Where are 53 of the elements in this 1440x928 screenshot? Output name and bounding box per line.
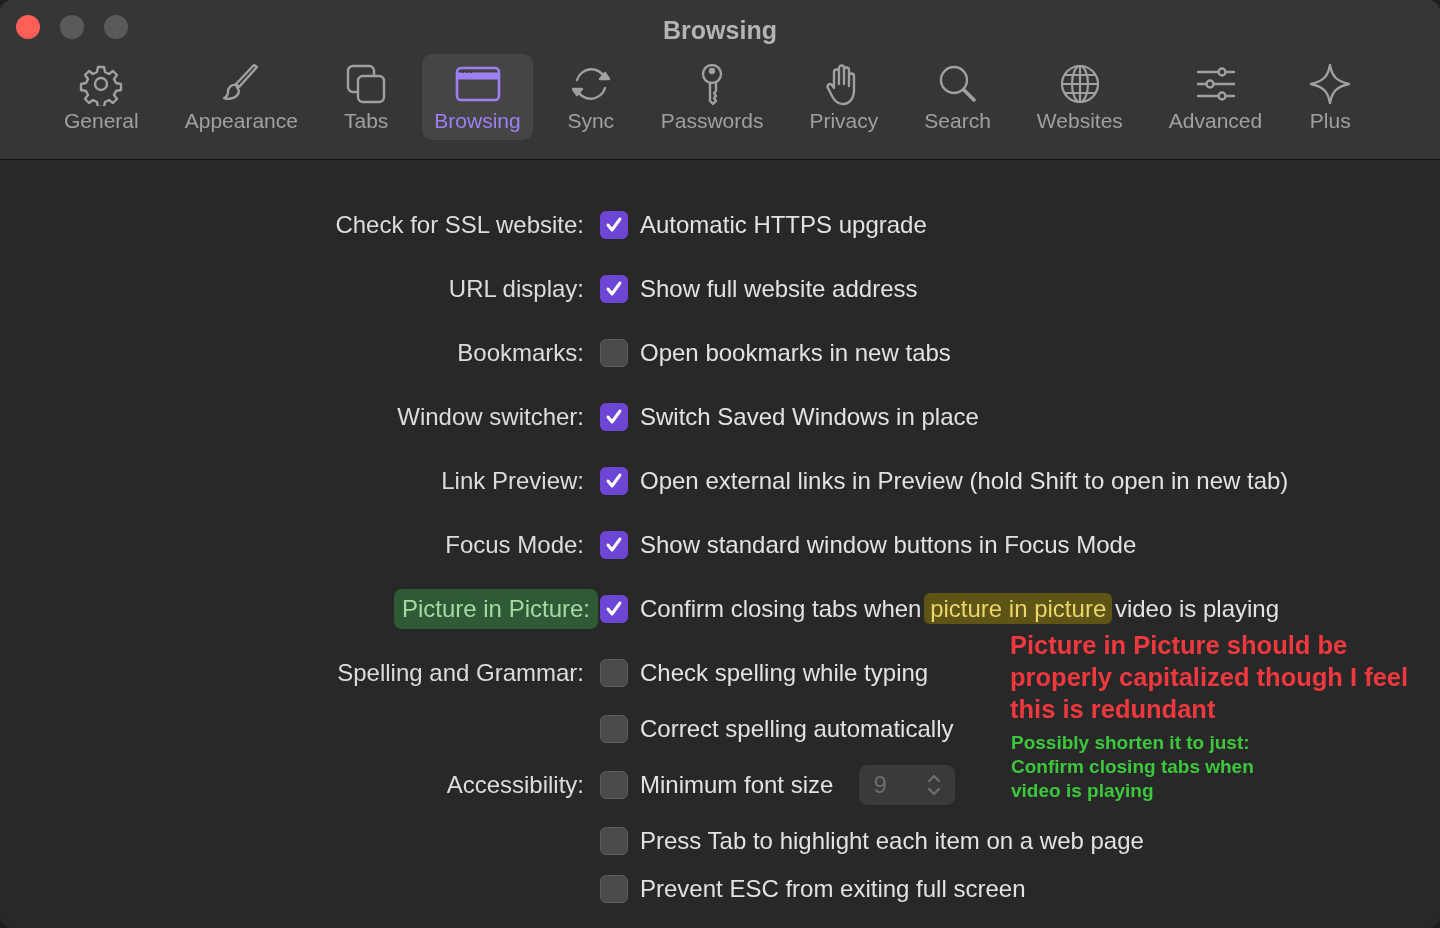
option-text: Press Tab to highlight each item on a web page bbox=[640, 826, 1144, 856]
setting-label: Accessibility: bbox=[446, 770, 584, 800]
checkbox[interactable] bbox=[600, 875, 628, 903]
browser-window-icon bbox=[453, 64, 502, 104]
checkbox[interactable] bbox=[600, 339, 628, 367]
window-title: Browsing bbox=[663, 15, 777, 46]
toolbar-tab[interactable]: Browsing bbox=[422, 54, 533, 140]
toolbar-tab[interactable]: Search bbox=[912, 54, 1003, 140]
checkbox[interactable] bbox=[600, 467, 628, 495]
checkbox[interactable] bbox=[600, 771, 628, 799]
toolbar-tab[interactable]: Passwords bbox=[648, 54, 776, 140]
setting-label: Focus Mode: bbox=[445, 530, 584, 560]
toolbar-tab[interactable]: Websites bbox=[1024, 54, 1135, 140]
review-note: Picture in Picture should be properly capitalized though I feel this is redundant bbox=[1010, 630, 1410, 725]
zoom-button[interactable] bbox=[104, 15, 128, 39]
checkbox[interactable] bbox=[600, 275, 628, 303]
option-text: Prevent ESC from exiting full screen bbox=[640, 874, 1026, 904]
option-text: Confirm closing tabs when picture in picture video is playing bbox=[640, 592, 1279, 626]
checkbox[interactable] bbox=[600, 595, 628, 623]
setting-label: Window switcher: bbox=[397, 402, 584, 432]
up-down-arrows-icon bbox=[927, 773, 942, 797]
checkbox[interactable] bbox=[600, 531, 628, 559]
option-text: Check spelling while typing bbox=[640, 658, 929, 688]
toolbar-tab[interactable]: Appearance bbox=[172, 54, 310, 140]
minimize-button[interactable] bbox=[60, 15, 84, 39]
toolbar-tab[interactable]: Sync bbox=[554, 54, 627, 140]
setting-label: Link Preview: bbox=[441, 466, 584, 496]
checkbox[interactable] bbox=[600, 827, 628, 855]
setting-label: Bookmarks: bbox=[457, 338, 584, 368]
option-text: Open bookmarks in new tabs bbox=[640, 338, 951, 368]
toolbar-tab[interactable]: Plus bbox=[1296, 54, 1365, 140]
setting-label: Picture in Picture: bbox=[393, 589, 598, 629]
option-text: Minimum font size bbox=[640, 770, 834, 800]
setting-label: Spelling and Grammar: bbox=[337, 658, 584, 688]
close-button[interactable] bbox=[16, 15, 40, 39]
option-text: Show standard window buttons in Focus Mode bbox=[640, 530, 1137, 560]
toolbar-tab[interactable]: Advanced bbox=[1156, 54, 1275, 140]
toolbar-tab[interactable]: General bbox=[52, 54, 151, 140]
setting-label: Check for SSL website: bbox=[335, 210, 584, 240]
checkbox[interactable] bbox=[600, 659, 628, 687]
checkbox[interactable] bbox=[600, 211, 628, 239]
toolbar-tab[interactable]: Privacy bbox=[797, 54, 891, 140]
option-text: Show full website address bbox=[640, 274, 918, 304]
review-note: Possibly shorten it to just: Confirm closing tabs when video is playing bbox=[1011, 731, 1255, 803]
option-text: Automatic HTTPS upgrade bbox=[640, 210, 927, 240]
toolbar-tab[interactable]: Tabs bbox=[332, 54, 401, 140]
sparkle-icon bbox=[1308, 62, 1353, 106]
checkbox[interactable] bbox=[600, 715, 628, 743]
setting-label: URL display: bbox=[448, 274, 584, 304]
option-text: Switch Saved Windows in place bbox=[640, 402, 979, 432]
checkbox[interactable] bbox=[600, 403, 628, 431]
option-text: Open external links in Preview (hold Shift to open in new tab) bbox=[640, 466, 1289, 496]
option-text: Correct spelling automatically bbox=[640, 714, 954, 744]
